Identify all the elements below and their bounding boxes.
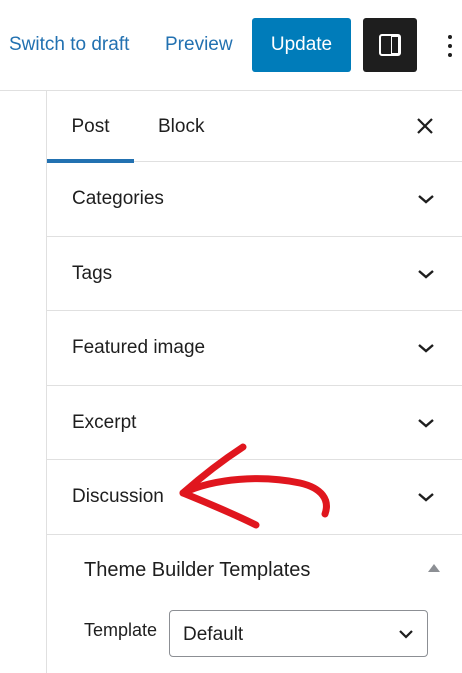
chevron-down-icon (418, 344, 434, 353)
panel-title: Featured image (72, 337, 206, 358)
chevron-down-icon (418, 418, 434, 428)
theme-builder-panel: Theme Builder Templates Template Default (47, 535, 462, 665)
more-options-button[interactable] (441, 30, 459, 62)
chevron-down-icon (399, 629, 413, 639)
caret-up-icon (428, 563, 440, 572)
panel-featured-image[interactable]: Featured image (47, 311, 462, 386)
panel-title: Discussion (72, 486, 164, 507)
settings-toggle-button[interactable] (363, 18, 417, 72)
sidebar-tabs: Post Block (47, 91, 462, 163)
template-label: Template (84, 619, 158, 640)
sidebar-toggle-icon (379, 34, 401, 56)
panel-discussion[interactable]: Discussion (47, 460, 462, 535)
tab-post[interactable]: Post (47, 91, 134, 163)
editor-toolbar: Switch to draft Preview Update (0, 0, 462, 91)
chevron-down-icon (418, 269, 434, 279)
switch-to-draft-link[interactable]: Switch to draft (9, 34, 129, 56)
update-button[interactable]: Update (252, 18, 351, 72)
panel-tags[interactable]: Tags (47, 237, 462, 311)
template-select-value: Default (183, 623, 244, 645)
theme-builder-title: Theme Builder Templates (84, 558, 311, 581)
tab-block[interactable]: Block (158, 91, 204, 162)
vertical-ellipsis-icon (448, 35, 452, 57)
close-icon (417, 118, 433, 134)
settings-sidebar: Post Block Categories Tags Featured imag… (46, 91, 462, 673)
close-sidebar-button[interactable] (414, 115, 436, 137)
template-row: Template Default (47, 605, 462, 665)
panel-title: Categories (72, 188, 164, 209)
panel-title: Tags (72, 262, 113, 284)
template-select[interactable]: Default (169, 609, 428, 657)
theme-builder-header[interactable]: Theme Builder Templates (47, 535, 462, 605)
panel-categories[interactable]: Categories (47, 162, 462, 237)
panel-title: Excerpt (72, 411, 137, 433)
preview-link[interactable]: Preview (165, 34, 233, 56)
chevron-down-icon (418, 195, 434, 204)
panel-excerpt[interactable]: Excerpt (47, 386, 462, 460)
chevron-down-icon (418, 493, 434, 502)
